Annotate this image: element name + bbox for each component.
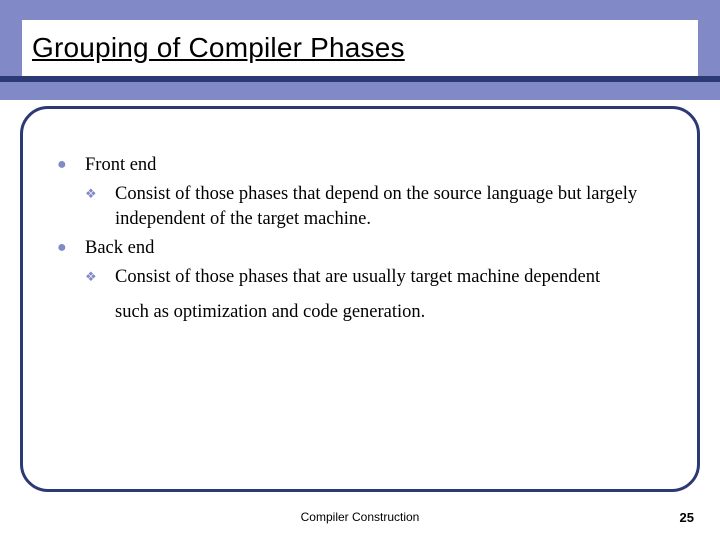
list-item: ● Back end xyxy=(57,236,663,261)
slide-header: Grouping of Compiler Phases xyxy=(0,0,720,100)
list-item-label: Front end xyxy=(85,153,663,178)
slide-footer: Compiler Construction 25 xyxy=(0,510,720,530)
list-item-label: Back end xyxy=(85,236,663,261)
footer-page-number: 25 xyxy=(680,510,694,525)
disc-bullet-icon: ● xyxy=(57,236,85,261)
content-frame: ● Front end ❖ Consist of those phases th… xyxy=(20,106,700,492)
diamond-bullet-icon: ❖ xyxy=(85,182,115,232)
header-accent-bar xyxy=(0,76,720,82)
bullet-list: ● Front end ❖ Consist of those phases th… xyxy=(57,153,663,325)
sub-list-item: ❖ Consist of those phases that depend on… xyxy=(57,182,663,232)
disc-bullet-icon: ● xyxy=(57,153,85,178)
sub-list-item-text: Consist of those phases that depend on t… xyxy=(115,182,663,232)
sub-list-item-text: Consist of those phases that are usually… xyxy=(115,265,663,290)
footer-center-text: Compiler Construction xyxy=(0,510,720,524)
slide-title: Grouping of Compiler Phases xyxy=(32,32,405,64)
sub-list-item: ❖ Consist of those phases that are usual… xyxy=(57,265,663,290)
diamond-bullet-icon: ❖ xyxy=(85,265,115,290)
title-container: Grouping of Compiler Phases xyxy=(22,20,698,76)
trailing-text: such as optimization and code generation… xyxy=(57,300,663,325)
list-item: ● Front end xyxy=(57,153,663,178)
